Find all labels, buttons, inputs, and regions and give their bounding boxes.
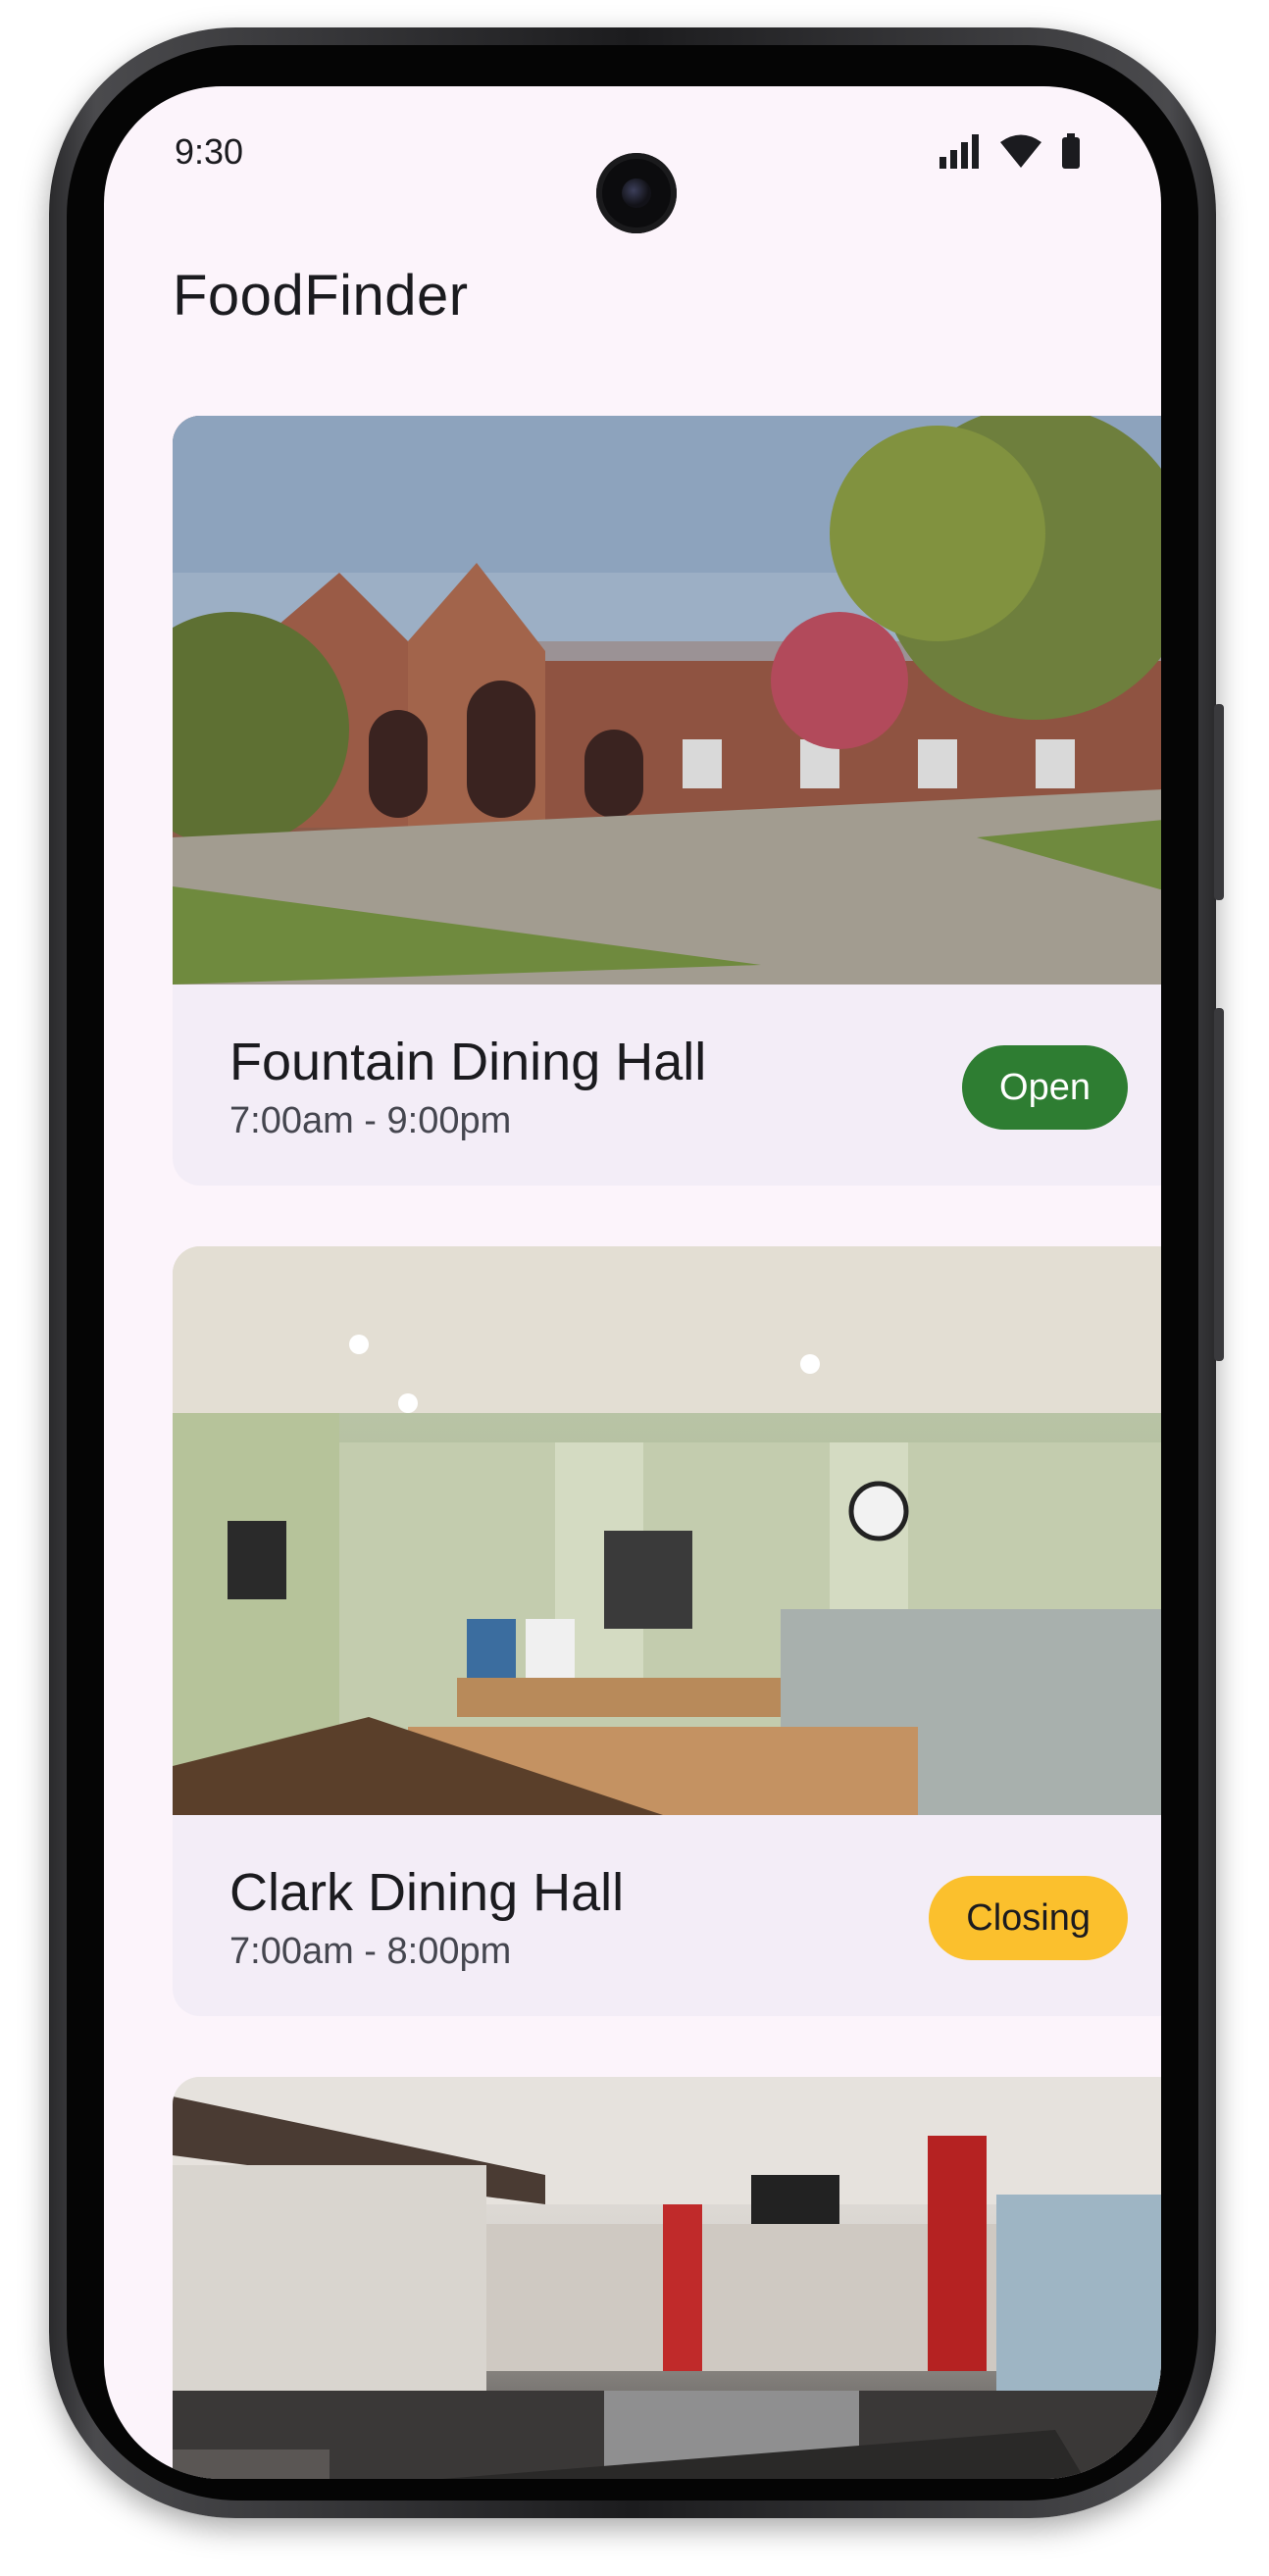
status-time: 9:30 <box>175 131 244 172</box>
battery-icon <box>1062 133 1080 169</box>
card-footer: Clark Dining Hall 7:00am - 8:00pm Closin… <box>173 1815 1161 2016</box>
location-hours: 7:00am - 9:00pm <box>229 1100 512 1141</box>
dining-photo-illustration <box>173 2077 1161 2479</box>
clark-photo-illustration <box>173 1246 1161 1815</box>
volume-button <box>1214 1008 1224 1361</box>
location-name: Clark Dining Hall <box>229 1863 625 1922</box>
card-footer: Fountain Dining Hall 7:00am - 9:00pm Ope… <box>173 985 1161 1186</box>
fountain-hall-photo <box>173 416 1161 985</box>
location-card-3[interactable] <box>173 2077 1161 2479</box>
app-title: FoodFinder <box>173 264 469 328</box>
wifi-icon <box>1000 134 1041 168</box>
location-name: Fountain Dining Hall <box>229 1033 707 1091</box>
location-card-fountain[interactable]: Fountain Dining Hall 7:00am - 9:00pm Ope… <box>173 416 1161 1186</box>
signal-icon <box>939 134 979 169</box>
clark-hall-photo <box>173 1246 1161 1815</box>
phone-frame: 9:30 FoodFinder Fountain Dining Hall 7:0… <box>49 27 1224 2518</box>
front-camera <box>596 153 677 233</box>
fountain-photo-illustration <box>173 416 1161 985</box>
status-icons <box>938 133 1081 169</box>
location-hours: 7:00am - 8:00pm <box>229 1931 512 1972</box>
location-card-clark[interactable]: Clark Dining Hall 7:00am - 8:00pm Closin… <box>173 1246 1161 2016</box>
app-screen: 9:30 FoodFinder Fountain Dining Hall 7:0… <box>104 86 1161 2479</box>
dining-hall-photo <box>173 2077 1161 2479</box>
power-button <box>1214 704 1224 900</box>
status-badge-closing: Closing <box>929 1876 1128 1960</box>
status-badge-open: Open <box>962 1045 1128 1130</box>
